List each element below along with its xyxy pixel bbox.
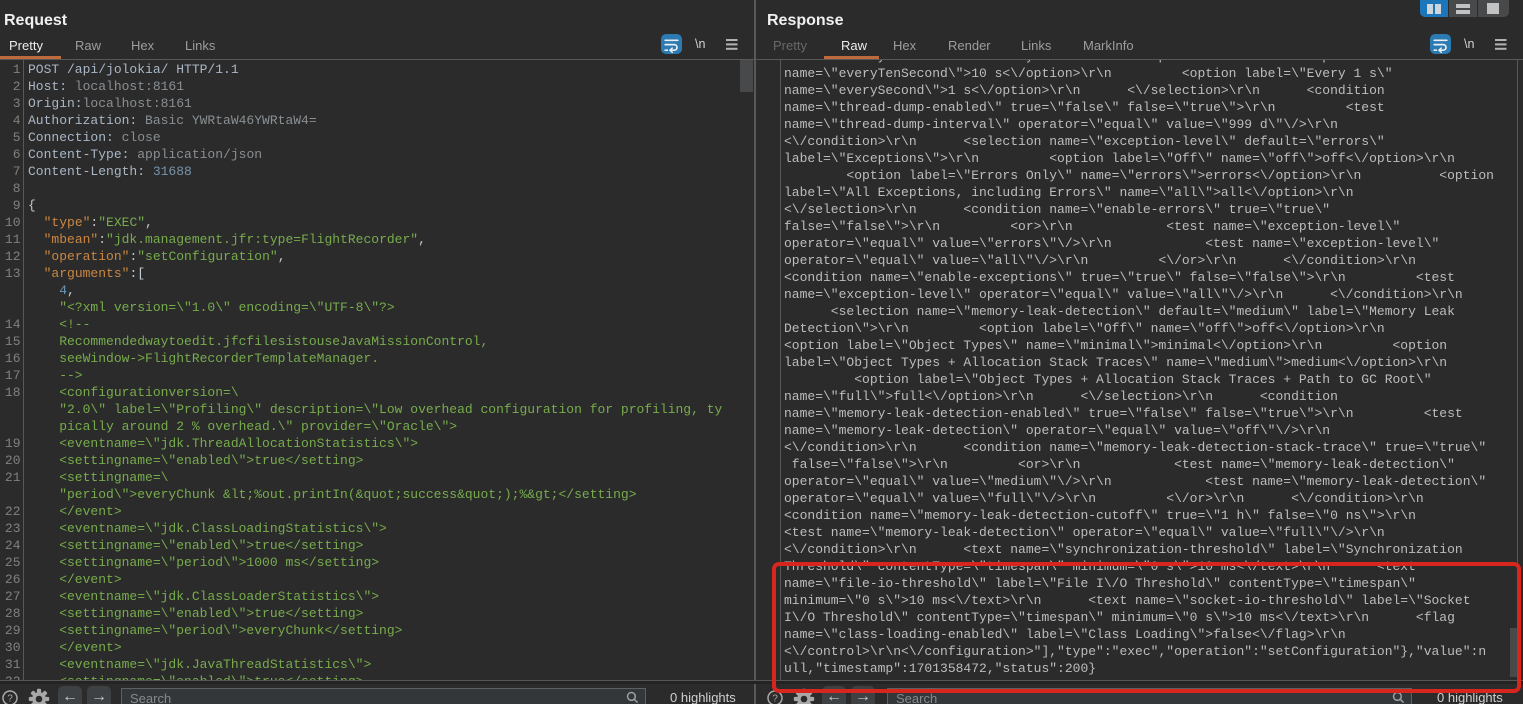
svg-text:?: ? (772, 693, 778, 704)
svg-text:?: ? (7, 693, 13, 704)
